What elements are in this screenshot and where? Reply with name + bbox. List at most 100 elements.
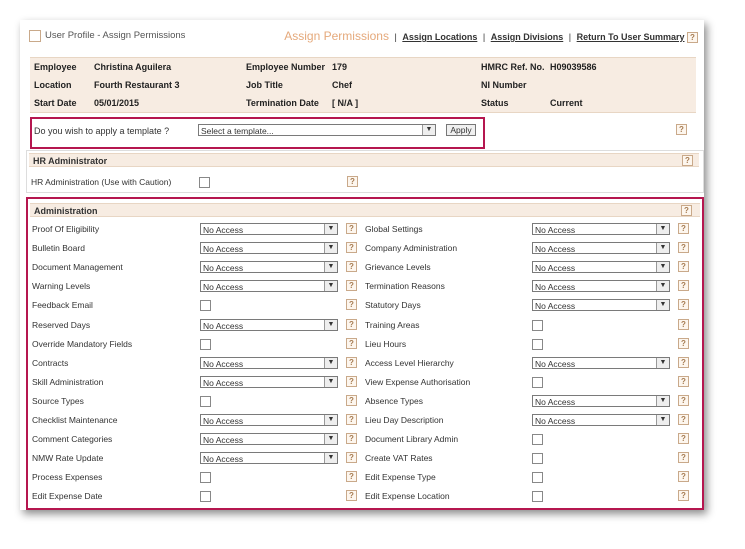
termination-reasons-help-icon[interactable]: ? (678, 280, 689, 292)
proof-of-eligibility-help-icon[interactable]: ? (346, 223, 357, 234)
nmw-rate-update-help-icon[interactable]: ? (346, 452, 357, 464)
edit-expense-type-help-icon[interactable]: ? (678, 471, 689, 483)
template-question: Do you wish to apply a template ? (34, 126, 170, 136)
company-administration-label: Company Administration (365, 243, 458, 254)
absence-types-select[interactable]: No Access ▼ (532, 394, 670, 407)
statutory-days-select[interactable]: No Access ▼ (532, 299, 670, 312)
skill-administration-select[interactable]: No Access ▼ (200, 375, 338, 388)
administration-heading-help-icon[interactable]: ? (681, 205, 692, 216)
bulletin-board-select[interactable]: No Access ▼ (200, 242, 338, 255)
chevron-down-icon: ▼ (324, 434, 337, 445)
hr-administration-label: HR Administration (Use with Caution) (31, 177, 172, 187)
view-expense-authorisation-label: View Expense Authorisation (365, 376, 471, 387)
reserved-days-select-value: No Access (203, 320, 244, 331)
lieu-day-description-help-icon[interactable]: ? (678, 414, 689, 425)
assign-permissions-page: User Profile - Assign Permissions Assign… (20, 20, 704, 510)
comment-categories-select[interactable]: No Access ▼ (200, 433, 338, 446)
edit-expense-location-help-icon[interactable]: ? (678, 490, 689, 502)
checklist-maintenance-select[interactable]: No Access ▼ (200, 414, 338, 426)
view-expense-authorisation-help-icon[interactable]: ? (678, 375, 689, 387)
template-panel: Do you wish to apply a template ? Select… (30, 117, 485, 149)
comment-categories-select-value: No Access (203, 435, 244, 446)
edit-expense-date-help-icon[interactable]: ? (346, 490, 357, 502)
company-administration-help-icon[interactable]: ? (678, 242, 689, 254)
chevron-down-icon: ▼ (656, 224, 669, 234)
global-settings-select[interactable]: No Access ▼ (532, 223, 670, 235)
training-areas-help-icon[interactable]: ? (678, 318, 689, 330)
create-vat-rates-help-icon[interactable]: ? (678, 452, 689, 464)
header-nav: Assign Permissions | Assign Locations | … (284, 29, 698, 44)
ni-number-label: NI Number (481, 80, 527, 90)
proof-of-eligibility-select[interactable]: No Access ▼ (200, 223, 338, 235)
proof-of-eligibility-select-value: No Access (203, 225, 244, 235)
grievance-levels-select-value: No Access (535, 263, 576, 274)
checklist-maintenance-help-icon[interactable]: ? (346, 414, 357, 425)
grievance-levels-help-icon[interactable]: ? (678, 261, 689, 273)
access-level-hierarchy-help-icon[interactable]: ? (678, 356, 689, 368)
warning-levels-select[interactable]: No Access ▼ (200, 280, 338, 293)
edit-expense-type-checkbox[interactable] (532, 472, 543, 484)
document-management-label: Document Management (32, 262, 123, 273)
hr-administrator-section: HR Administrator ? HR Administration (Us… (26, 150, 704, 193)
document-library-admin-checkbox[interactable] (532, 434, 543, 446)
hr-administration-help-icon[interactable]: ? (347, 176, 358, 187)
chevron-down-icon: ▼ (324, 224, 337, 234)
override-mandatory-fields-checkbox[interactable] (200, 338, 211, 350)
warning-levels-help-icon[interactable]: ? (346, 280, 357, 292)
nav-assign-locations[interactable]: Assign Locations (402, 32, 477, 42)
hr-administration-checkbox[interactable] (199, 177, 210, 188)
template-select-value: Select a template... (201, 126, 274, 136)
override-mandatory-fields-help-icon[interactable]: ? (346, 337, 357, 349)
nmw-rate-update-select[interactable]: No Access ▼ (200, 452, 338, 465)
contracts-help-icon[interactable]: ? (346, 356, 357, 368)
hr-administrator-heading: HR Administrator (29, 153, 699, 167)
document-management-select[interactable]: No Access ▼ (200, 261, 338, 274)
skill-administration-help-icon[interactable]: ? (346, 375, 357, 387)
statutory-days-help-icon[interactable]: ? (678, 299, 689, 311)
lieu-day-description-select[interactable]: No Access ▼ (532, 414, 670, 426)
contracts-select[interactable]: No Access ▼ (200, 356, 338, 369)
chevron-down-icon: ▼ (656, 357, 669, 368)
template-select[interactable]: Select a template... ▼ (198, 124, 436, 136)
absence-types-help-icon[interactable]: ? (678, 394, 689, 406)
administration-heading: Administration (30, 203, 700, 217)
source-types-help-icon[interactable]: ? (346, 394, 357, 406)
training-areas-checkbox[interactable] (532, 319, 543, 331)
apply-button[interactable]: Apply (446, 124, 476, 136)
reserved-days-help-icon[interactable]: ? (346, 318, 357, 330)
contracts-label: Contracts (32, 357, 69, 368)
chevron-down-icon: ▼ (324, 453, 337, 464)
termination-date-label: Termination Date (246, 98, 319, 108)
chevron-down-icon: ▼ (656, 300, 669, 311)
edit-expense-type-label: Edit Expense Type (365, 472, 436, 483)
edit-expense-date-checkbox[interactable] (200, 491, 211, 503)
hr-heading-help-icon[interactable]: ? (682, 155, 693, 166)
edit-expense-location-checkbox[interactable] (532, 491, 543, 503)
document-library-admin-help-icon[interactable]: ? (678, 433, 689, 445)
header-checkbox[interactable] (29, 30, 41, 42)
bulletin-board-help-icon[interactable]: ? (346, 242, 357, 254)
lieu-hours-help-icon[interactable]: ? (678, 337, 689, 349)
access-level-hierarchy-select[interactable]: No Access ▼ (532, 356, 670, 369)
grievance-levels-select[interactable]: No Access ▼ (532, 261, 670, 274)
termination-reasons-select[interactable]: No Access ▼ (532, 280, 670, 293)
lieu-hours-checkbox[interactable] (532, 338, 543, 350)
feedback-email-checkbox[interactable] (200, 300, 211, 312)
global-settings-help-icon[interactable]: ? (678, 223, 689, 234)
create-vat-rates-checkbox[interactable] (532, 453, 543, 465)
bulletin-board-select-value: No Access (203, 244, 244, 255)
process-expenses-help-icon[interactable]: ? (346, 471, 357, 483)
document-management-help-icon[interactable]: ? (346, 261, 357, 273)
nav-assign-divisions[interactable]: Assign Divisions (491, 32, 564, 42)
help-icon[interactable]: ? (687, 32, 698, 44)
source-types-checkbox[interactable] (200, 395, 211, 407)
reserved-days-select[interactable]: No Access ▼ (200, 318, 338, 331)
comment-categories-label: Comment Categories (32, 434, 113, 445)
process-expenses-checkbox[interactable] (200, 472, 211, 484)
template-help-icon[interactable]: ? (676, 124, 687, 135)
feedback-email-help-icon[interactable]: ? (346, 299, 357, 311)
company-administration-select[interactable]: No Access ▼ (532, 242, 670, 255)
view-expense-authorisation-checkbox[interactable] (532, 376, 543, 388)
comment-categories-help-icon[interactable]: ? (346, 433, 357, 445)
nav-return-to-user-summary[interactable]: Return To User Summary (577, 32, 685, 42)
